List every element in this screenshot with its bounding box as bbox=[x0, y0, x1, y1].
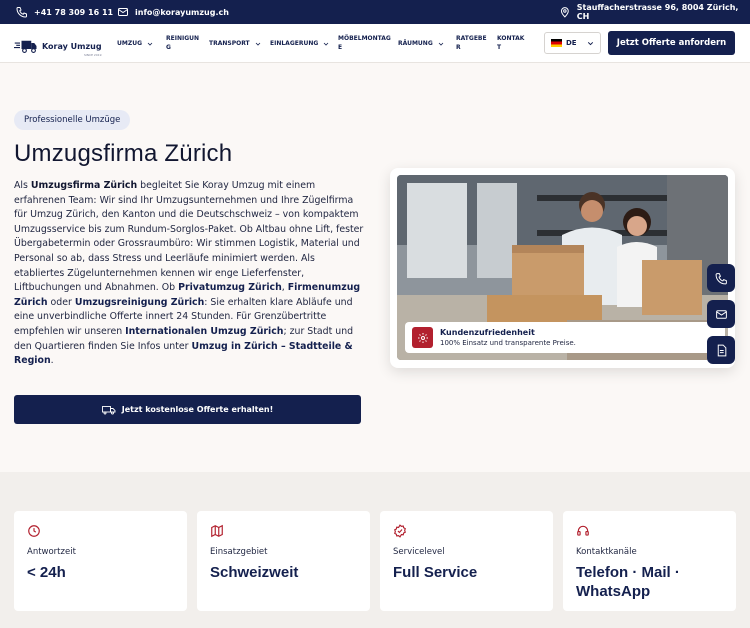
free-quote-label: Jetzt kostenlose Offerte erhalten! bbox=[121, 405, 274, 414]
phone-number: +41 78 309 16 11 bbox=[34, 7, 114, 17]
nav-item-einlagerung[interactable]: EINLAGERUNG bbox=[270, 39, 330, 48]
stat-label: Servicelevel bbox=[393, 547, 445, 557]
german-flag-icon bbox=[551, 39, 562, 47]
stat-value: Schweizweit bbox=[210, 564, 299, 581]
map-icon bbox=[210, 523, 224, 538]
language-selector[interactable]: DE bbox=[544, 32, 601, 54]
floating-mail-button[interactable] bbox=[707, 300, 735, 328]
satisfaction-overlay: Kundenzufriedenheit 100% Einsatz und tra… bbox=[405, 322, 725, 353]
hero-badge: Professionelle Umzüge bbox=[14, 110, 131, 130]
stat-card-response-time: Antwortzeit < 24h bbox=[14, 511, 187, 611]
nav-item-label: RATGEBE R bbox=[456, 35, 487, 51]
stat-card-service-level: Servicelevel Full Service bbox=[380, 511, 553, 611]
logo[interactable]: Koray Umzug SINCE 2019 bbox=[14, 34, 102, 57]
email-link[interactable]: info@korayumzug.ch bbox=[117, 0, 229, 24]
nav-item-ratgeber[interactable]: RATGEBE R bbox=[456, 34, 487, 52]
truck-logo-icon bbox=[14, 40, 37, 53]
address-link[interactable]: Stauffacherstrasse 96, 8004 Zürich, CH bbox=[559, 0, 750, 24]
logo-subtitle: SINCE 2019 bbox=[83, 53, 102, 57]
phone-link[interactable]: +41 78 309 16 11 bbox=[16, 0, 113, 24]
truck-icon bbox=[101, 405, 116, 414]
mail-icon bbox=[715, 309, 727, 319]
text-segment: begleitet Sie Koray Umzug mit einem erfa… bbox=[14, 180, 364, 294]
clock-icon bbox=[27, 523, 41, 537]
text-segment: . bbox=[50, 355, 54, 367]
nav-item-transport[interactable]: TRANSPORT bbox=[209, 39, 262, 48]
chevron-down-icon bbox=[587, 41, 593, 45]
link-internationaler-umzug[interactable]: Internationalen Umzug Zürich bbox=[125, 326, 283, 337]
language-code: DE bbox=[566, 39, 577, 47]
nav-item-moebelmontage[interactable]: MÖBELMONTAG E bbox=[338, 34, 391, 52]
nav-item-umzug[interactable]: UMZUG bbox=[117, 39, 154, 48]
chevron-down-icon bbox=[147, 42, 153, 46]
nav-item-label: RÄUMUNG bbox=[398, 40, 433, 47]
logo-text: Koray Umzug bbox=[42, 42, 102, 51]
document-icon bbox=[717, 344, 726, 356]
link-privatumzug[interactable]: Privatumzug Zürich bbox=[178, 282, 282, 293]
address-text: Stauffacherstrasse 96, 8004 Zürich, CH bbox=[576, 3, 739, 21]
text-segment: oder bbox=[47, 296, 75, 308]
nav-item-label: KONTAK T bbox=[497, 35, 525, 51]
nav-item-label: TRANSPORT bbox=[209, 40, 250, 47]
floating-phone-button[interactable] bbox=[707, 264, 735, 292]
stat-value: Full Service bbox=[393, 564, 478, 581]
nav-item-kontakt[interactable]: KONTAK T bbox=[497, 34, 525, 52]
text-bold: Umzugsfirma Zürich bbox=[30, 180, 138, 191]
text-segment: Als bbox=[14, 180, 31, 191]
nav-item-label: MÖBELMONTAG E bbox=[338, 35, 391, 51]
stat-label: Antwortzeit bbox=[27, 547, 76, 557]
mail-icon bbox=[118, 8, 128, 16]
free-quote-button[interactable]: Jetzt kostenlose Offerte erhalten! bbox=[14, 395, 361, 424]
stat-card-service-area: Einsatzgebiet Schweizweit bbox=[197, 511, 370, 611]
top-contact-bar: +41 78 309 16 11 info@korayumzug.ch Stau… bbox=[0, 0, 750, 24]
nav-item-label: UMZUG bbox=[117, 40, 142, 47]
hero-paragraph: Als Umzugsfirma Zürich begleitet Sie Kor… bbox=[14, 179, 364, 369]
nav-item-label: REINIGUN G bbox=[166, 35, 200, 51]
email-address: info@korayumzug.ch bbox=[135, 7, 229, 17]
floating-quote-button[interactable] bbox=[707, 336, 735, 364]
stat-label: Einsatzgebiet bbox=[210, 547, 268, 557]
nav-item-label: EINLAGERUNG bbox=[270, 40, 319, 47]
headset-icon bbox=[576, 523, 590, 537]
chevron-down-icon bbox=[255, 42, 260, 46]
page-title: Umzugsfirma Zürich bbox=[14, 140, 233, 167]
overlay-title: Kundenzufriedenheit bbox=[440, 328, 535, 337]
chevron-down-icon bbox=[438, 42, 444, 46]
chevron-down-icon bbox=[323, 42, 329, 46]
stat-card-contact-channels: Kontaktkanäle Telefon · Mail · WhatsApp bbox=[563, 511, 736, 611]
location-pin-icon bbox=[560, 7, 569, 18]
stat-value: Telefon · Mail · WhatsApp bbox=[576, 564, 680, 600]
request-quote-button[interactable]: Jetzt Offerte anfordern bbox=[608, 31, 735, 55]
link-umzugsreinigung[interactable]: Umzugsreinigung Zürich bbox=[75, 297, 204, 308]
stat-label: Kontaktkanäle bbox=[576, 547, 637, 557]
badge-check-icon bbox=[393, 523, 407, 538]
gear-badge-icon bbox=[412, 327, 433, 348]
nav-item-reinigung[interactable]: REINIGUN G bbox=[166, 34, 200, 52]
phone-icon bbox=[715, 272, 727, 284]
stat-value: < 24h bbox=[27, 564, 66, 581]
overlay-subtitle: 100% Einsatz und transparente Preise. bbox=[440, 339, 576, 347]
nav-item-raeumung[interactable]: RÄUMUNG bbox=[398, 39, 445, 48]
phone-icon bbox=[16, 7, 27, 18]
